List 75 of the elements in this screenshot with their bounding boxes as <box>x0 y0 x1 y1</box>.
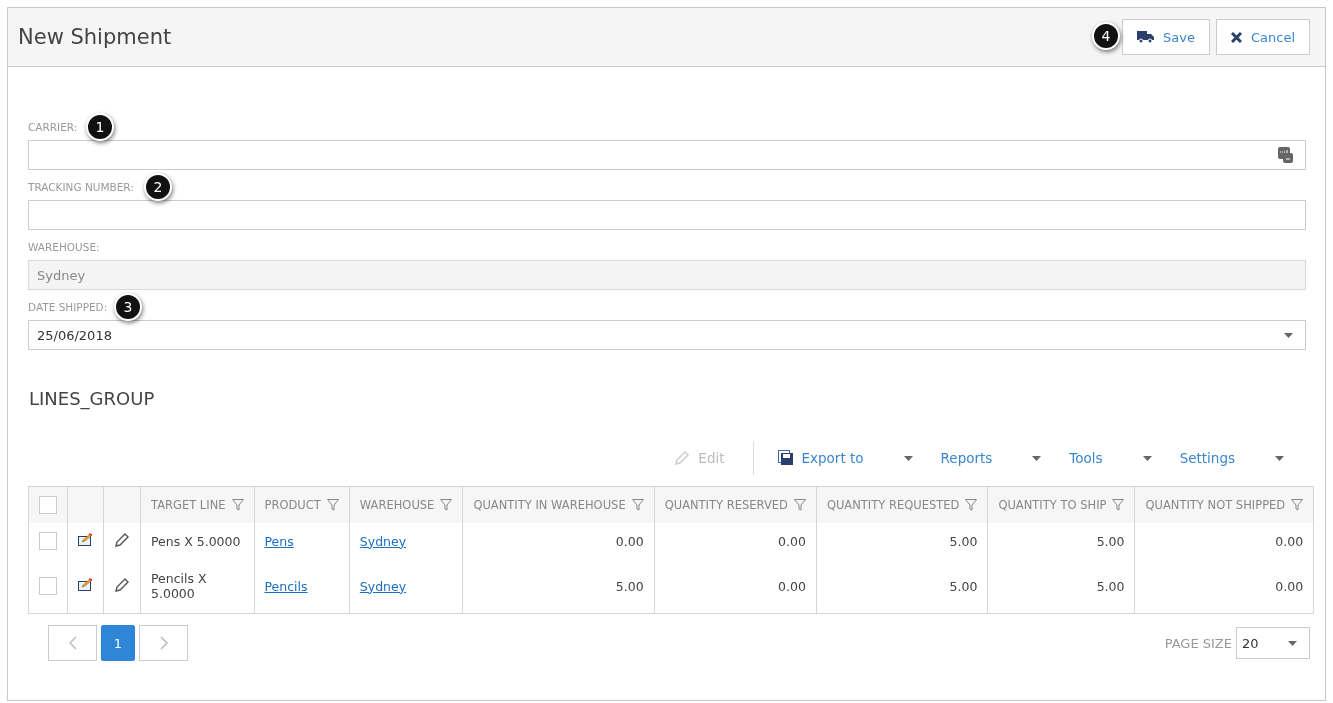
notepad-pencil-icon[interactable] <box>78 533 93 546</box>
chevron-left-icon <box>68 636 77 650</box>
table-cell: Pencils X 5.0000 <box>151 571 207 601</box>
truck-icon <box>1137 31 1155 43</box>
table-cell: 0.00 <box>778 533 806 549</box>
table-cell: 5.00 <box>1096 578 1125 594</box>
product-link[interactable]: Pens <box>264 533 294 549</box>
field-label: DATE SHIPPED: <box>28 301 108 313</box>
table-cell: 5.00 <box>1096 533 1125 549</box>
input-field[interactable] <box>28 200 1306 230</box>
column-header: QUANTITY RESERVED <box>664 498 788 512</box>
column-header: TARGET LINE <box>151 498 226 512</box>
filter-icon <box>326 499 339 511</box>
field-label: CARRIER: <box>28 121 78 133</box>
filter-icon <box>793 499 806 511</box>
table-cell: 5.00 <box>949 578 978 594</box>
section-title: LINES_GROUP <box>29 388 156 409</box>
filter-icon <box>440 499 453 511</box>
caret-icon <box>1032 455 1042 461</box>
pencil-icon[interactable] <box>114 531 130 548</box>
product-link[interactable]: Pencils <box>264 578 308 594</box>
close-icon <box>1230 31 1242 43</box>
callout-badge: 1 <box>86 113 114 141</box>
previous-page-button[interactable] <box>48 625 97 661</box>
cancel-button[interactable]: Cancel <box>1215 19 1310 55</box>
table-cell: 0.00 <box>1275 533 1304 549</box>
next-page-button[interactable] <box>139 625 188 661</box>
lookup-icon <box>1278 147 1293 163</box>
checkbox[interactable] <box>39 496 57 514</box>
column-header: QUANTITY REQUESTED <box>826 498 960 512</box>
warehouse-link[interactable]: Sydney <box>359 533 407 549</box>
menu-button[interactable]: Tools <box>1055 450 1166 466</box>
page-size-label: PAGE SIZE <box>1164 635 1232 651</box>
checkbox[interactable] <box>39 532 57 550</box>
column-header: QUANTITY TO SHIP <box>998 498 1107 512</box>
menu-button[interactable]: Settings <box>1165 450 1298 466</box>
filter-icon <box>1291 499 1304 511</box>
input-field[interactable] <box>28 140 1306 170</box>
page-title: New Shipment <box>18 25 172 49</box>
filter-icon <box>231 499 244 511</box>
pencil-icon <box>674 450 691 466</box>
caret-icon <box>1284 332 1293 338</box>
caret-icon <box>1288 640 1297 646</box>
table-cell: 5.00 <box>949 533 978 549</box>
menu-button[interactable]: Export to <box>763 450 927 466</box>
column-header: PRODUCT <box>264 498 321 512</box>
table-cell: 0.00 <box>1275 578 1304 594</box>
table-cell: 0.00 <box>778 578 806 594</box>
page-size-dropdown[interactable]: 20 <box>1236 627 1310 659</box>
callout-badge: 2 <box>144 173 172 201</box>
filter-icon <box>1112 499 1125 511</box>
notepad-pencil-icon[interactable] <box>78 578 93 591</box>
column-header: WAREHOUSE <box>359 498 435 512</box>
callout-badge: 3 <box>114 293 142 321</box>
column-header: QUANTITY IN WAREHOUSE <box>473 498 626 512</box>
field-label: TRACKING NUMBER: <box>28 181 134 193</box>
chevron-right-icon <box>159 636 168 650</box>
caret-icon <box>1142 455 1152 461</box>
caret-icon <box>1275 455 1284 461</box>
warehouse-link[interactable]: Sydney <box>359 578 407 594</box>
date-dropdown[interactable]: 25/06/2018 <box>28 320 1306 350</box>
callout-badge: 4 <box>1092 22 1121 50</box>
save-button[interactable]: Save <box>1122 19 1210 55</box>
column-header: QUANTITY NOT SHIPPED <box>1145 498 1286 512</box>
caret-icon <box>903 455 913 461</box>
pencil-icon[interactable] <box>114 576 130 593</box>
page-button[interactable]: 1 <box>101 625 135 661</box>
table-cell: 5.00 <box>615 578 644 594</box>
field-label: WAREHOUSE: <box>28 241 100 253</box>
checkbox[interactable] <box>39 577 57 595</box>
filter-icon <box>965 499 978 511</box>
table-cell: 0.00 <box>615 533 644 549</box>
table-cell: Pens X 5.0000 <box>151 533 241 549</box>
menu-button[interactable]: Reports <box>926 450 1056 466</box>
filter-icon <box>631 499 644 511</box>
